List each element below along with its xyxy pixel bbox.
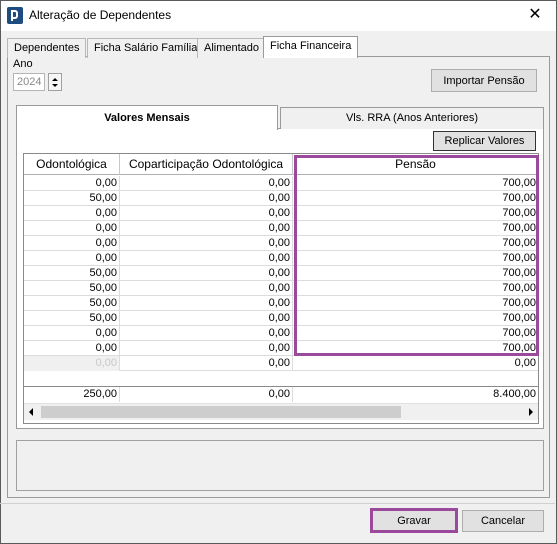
cell-coparticipacao[interactable]: 0,00	[120, 176, 293, 191]
save-button[interactable]: Gravar	[371, 510, 457, 532]
cell-odontologica[interactable]: 0,00	[24, 251, 120, 266]
window-title: Alteração de Dependentes	[29, 8, 172, 22]
cell-pensao[interactable]: 700,00	[293, 266, 538, 281]
cell-coparticipacao[interactable]: 0,00	[120, 191, 293, 206]
cell-pensao[interactable]: 700,00	[293, 176, 538, 191]
cell-coparticipacao[interactable]: 0,00	[120, 356, 293, 371]
spin-up-icon[interactable]	[52, 78, 58, 81]
subtab-valores-mensais[interactable]: Valores Mensais	[16, 105, 278, 130]
tab-ficha-financeira[interactable]: Ficha Financeira	[263, 36, 359, 58]
cancel-button[interactable]: Cancelar	[462, 510, 544, 532]
cell-pensao[interactable]: 700,00	[293, 206, 538, 221]
cell-coparticipacao[interactable]: 0,00	[120, 311, 293, 326]
cell-odontologica[interactable]: 50,00	[24, 281, 120, 296]
total-pensao: 8.400,00	[493, 388, 536, 400]
import-pension-button[interactable]: Importar Pensão	[431, 69, 537, 92]
table-row[interactable]: 0,00 0,00 700,00	[24, 341, 538, 356]
table-row[interactable]: 0,00 0,00 700,00	[24, 176, 538, 191]
column-header-pensao[interactable]: Pensão	[293, 154, 538, 175]
cell-coparticipacao[interactable]: 0,00	[120, 296, 293, 311]
table-row[interactable]: 50,00 0,00 700,00	[24, 281, 538, 296]
cell-pensao[interactable]: 700,00	[293, 236, 538, 251]
table-row[interactable]: 50,00 0,00 700,00	[24, 311, 538, 326]
cell-coparticipacao[interactable]: 0,00	[120, 206, 293, 221]
cell-odontologica[interactable]: 0,00	[24, 356, 120, 371]
cell-coparticipacao[interactable]: 0,00	[120, 251, 293, 266]
scroll-left-icon[interactable]	[29, 408, 33, 416]
table-row[interactable]: 50,00 0,00 700,00	[24, 191, 538, 206]
divider	[0, 503, 555, 504]
column-header-odontologica[interactable]: Odontológica	[24, 154, 120, 175]
scroll-right-icon[interactable]	[529, 408, 533, 416]
cell-pensao[interactable]: 700,00	[293, 341, 538, 356]
cell-coparticipacao[interactable]: 0,00	[120, 341, 293, 356]
title-bar: Alteração de Dependentes ✕	[1, 1, 556, 31]
cell-pensao[interactable]: 700,00	[293, 296, 538, 311]
cell-pensao[interactable]: 700,00	[293, 251, 538, 266]
grid-header: Odontológica Coparticipação Odontológica…	[24, 154, 538, 175]
table-row[interactable]: 0,00 0,00 700,00	[24, 236, 538, 251]
cell-coparticipacao[interactable]: 0,00	[120, 326, 293, 341]
cell-pensao[interactable]: 700,00	[293, 281, 538, 296]
year-input[interactable]: 2024	[13, 73, 45, 91]
cell-coparticipacao[interactable]: 0,00	[120, 221, 293, 236]
cell-coparticipacao[interactable]: 0,00	[120, 266, 293, 281]
cell-odontologica[interactable]: 0,00	[24, 221, 120, 236]
cell-pensao[interactable]: 700,00	[293, 221, 538, 236]
table-row[interactable]: 0,00 0,00 700,00	[24, 251, 538, 266]
cell-odontologica[interactable]: 50,00	[24, 191, 120, 206]
monthly-values-grid: Odontológica Coparticipação Odontológica…	[23, 153, 539, 424]
tab-dependentes[interactable]: Dependentes	[7, 38, 87, 58]
cell-coparticipacao[interactable]: 0,00	[120, 281, 293, 296]
subtab-vls-rra[interactable]: Vls. RRA (Anos Anteriores)	[280, 107, 544, 129]
table-row[interactable]: 50,00 0,00 700,00	[24, 266, 538, 281]
spin-down-icon[interactable]	[52, 84, 58, 87]
total-coparticipacao: 0,00	[120, 387, 293, 402]
cell-pensao[interactable]: 0,00	[293, 356, 538, 371]
cell-odontologica[interactable]: 0,00	[24, 206, 120, 221]
replicate-values-button[interactable]: Replicar Valores	[433, 131, 536, 151]
scrollbar-thumb[interactable]	[41, 406, 401, 418]
table-row[interactable]: 50,00 0,00 700,00	[24, 296, 538, 311]
year-label: Ano	[13, 58, 33, 70]
cell-odontologica[interactable]: 0,00	[24, 326, 120, 341]
cell-odontologica[interactable]: 50,00	[24, 296, 120, 311]
table-row[interactable]: 0,00 0,00 700,00	[24, 206, 538, 221]
new-table-row[interactable]: 0,00 0,00 0,00	[24, 356, 538, 371]
table-row[interactable]: 0,00 0,00 700,00	[24, 221, 538, 236]
cell-pensao[interactable]: 700,00	[293, 311, 538, 326]
cell-odontologica[interactable]: 50,00	[24, 266, 120, 281]
cell-odontologica[interactable]: 0,00	[24, 176, 120, 191]
cell-coparticipacao[interactable]: 0,00	[120, 236, 293, 251]
year-spinner[interactable]	[48, 73, 62, 91]
total-odontologica: 250,00	[24, 387, 120, 402]
message-area	[16, 440, 544, 491]
table-row[interactable]: 0,00 0,00 700,00	[24, 326, 538, 341]
horizontal-scrollbar[interactable]	[24, 403, 538, 420]
app-logo-icon	[7, 7, 23, 24]
column-header-coparticipacao[interactable]: Coparticipação Odontológica	[120, 154, 293, 175]
cell-pensao[interactable]: 700,00	[293, 326, 538, 341]
cell-odontologica[interactable]: 0,00	[24, 341, 120, 356]
tab-alimentado[interactable]: Alimentado	[197, 38, 267, 58]
tab-ficha-salario-familia[interactable]: Ficha Salário Família	[87, 38, 205, 58]
totals-row: 250,00 0,00 8.400,00	[24, 386, 538, 402]
cell-pensao[interactable]: 700,00	[293, 191, 538, 206]
close-icon[interactable]: ✕	[522, 3, 548, 27]
cell-odontologica[interactable]: 50,00	[24, 311, 120, 326]
cell-odontologica[interactable]: 0,00	[24, 236, 120, 251]
